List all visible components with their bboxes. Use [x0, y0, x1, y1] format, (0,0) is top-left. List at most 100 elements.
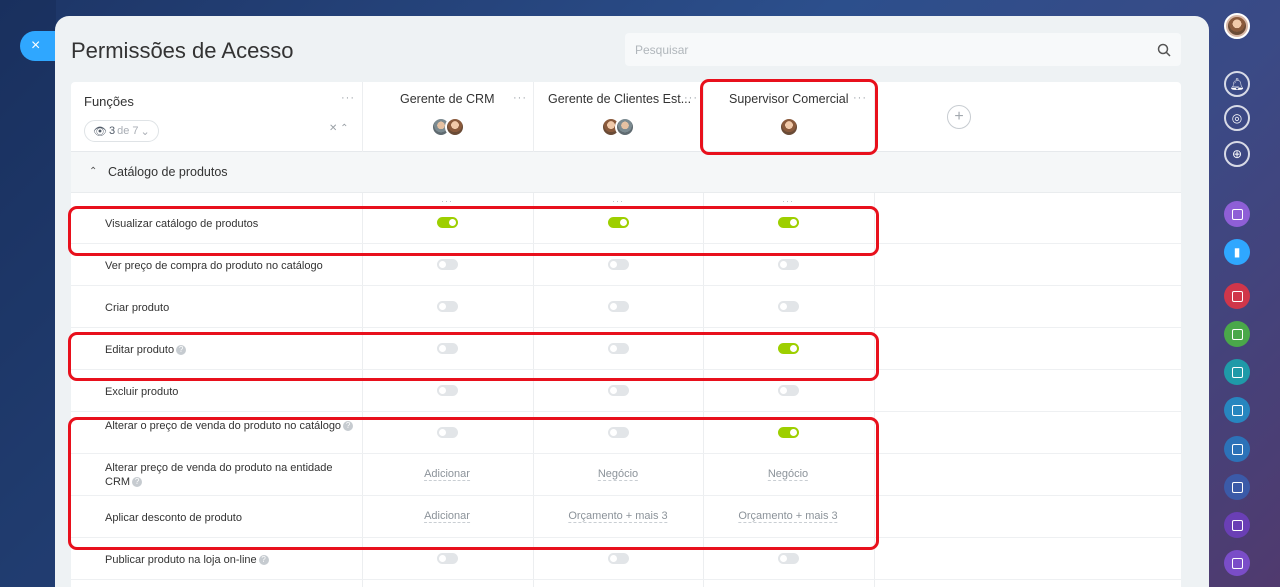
- close-icon: ×: [31, 37, 41, 54]
- permission-label-text: Alterar o preço de venda do produto no c…: [105, 420, 342, 432]
- table-row: Publicar produto na loja on-line?: [71, 538, 1181, 580]
- permission-toggle[interactable]: [437, 217, 458, 228]
- permission-toggle[interactable]: [608, 385, 629, 396]
- task-icon[interactable]: [1224, 359, 1250, 385]
- help-icon[interactable]: ?: [258, 555, 269, 566]
- bell-icon[interactable]: 🔔︎: [1224, 71, 1250, 97]
- permission-toggle[interactable]: [437, 259, 458, 270]
- role-name-supervisor-comercial: Supervisor Comercial: [729, 92, 849, 106]
- task-icon[interactable]: [1224, 474, 1250, 500]
- section-catalogo-produtos[interactable]: ⌃ Catálogo de produtos: [71, 152, 1181, 193]
- bookmark-icon[interactable]: ▮: [1224, 239, 1250, 265]
- permission-label: Criar produto: [105, 301, 355, 315]
- counter-of: de 7: [117, 125, 139, 137]
- permission-label: Excluir produto: [105, 385, 355, 399]
- table-row: Excluir produto: [71, 370, 1181, 412]
- permission-label-text: Aplicar desconto de produto: [105, 512, 242, 524]
- permission-label: Ver preço de compra do produto no catálo…: [105, 259, 355, 273]
- table-row: Ver preço de compra do produto no catálo…: [71, 244, 1181, 286]
- table-row: Alterar preço de venda do produto na ent…: [71, 454, 1181, 496]
- avatar: [445, 117, 465, 137]
- permission-toggle[interactable]: [608, 259, 629, 270]
- task-icon[interactable]: [1224, 283, 1250, 309]
- search-placeholder: Pesquisar: [635, 42, 689, 57]
- access-permissions-panel: Permissões de Acesso Pesquisar Funções ·…: [55, 16, 1209, 587]
- permission-value-link[interactable]: Orçamento + mais 3: [738, 510, 838, 523]
- permission-toggle[interactable]: [437, 553, 458, 564]
- counter-value: 3: [108, 125, 116, 137]
- permission-toggle[interactable]: [608, 217, 629, 228]
- chevron-down-icon: ⌄: [140, 125, 150, 138]
- permission-toggle[interactable]: [778, 259, 799, 270]
- role-menu-button[interactable]: ···: [684, 92, 698, 104]
- permission-toggle[interactable]: [778, 343, 799, 354]
- permission-toggle[interactable]: [437, 301, 458, 312]
- table-row: Visualizar catálogo de produtos: [71, 202, 1181, 244]
- search-icon[interactable]: [1157, 43, 1171, 57]
- role-menu-button[interactable]: ···: [853, 92, 867, 104]
- table-row: Criar produto: [71, 286, 1181, 328]
- notes-icon[interactable]: [1224, 512, 1250, 538]
- chat-icon[interactable]: ⊕: [1224, 141, 1250, 167]
- permission-toggle[interactable]: [778, 217, 799, 228]
- background-app: [0, 0, 56, 587]
- permission-toggle[interactable]: [437, 427, 458, 438]
- help-icon[interactable]: ?: [343, 421, 354, 432]
- role-avatars[interactable]: [779, 117, 799, 139]
- permission-label: Publicar produto na loja on-line?: [105, 553, 355, 567]
- permission-toggle[interactable]: [608, 427, 629, 438]
- notes-icon[interactable]: [1224, 550, 1250, 576]
- permission-value-link[interactable]: Negócio: [597, 468, 639, 481]
- permission-toggle[interactable]: [778, 301, 799, 312]
- table-row: Aplicar desconto de produto Adicionar Orça…: [71, 496, 1181, 538]
- role-menu-button[interactable]: ···: [513, 92, 527, 104]
- avatar: [615, 117, 635, 137]
- permissions-table: Funções ··· 👁 3 de 7 ⌄ ✕ ⌃ Gerente de CR…: [71, 82, 1181, 587]
- task-icon[interactable]: [1224, 397, 1250, 423]
- permission-value-link[interactable]: Adicionar: [424, 510, 470, 523]
- permission-toggle[interactable]: [608, 301, 629, 312]
- notes-icon[interactable]: [1224, 201, 1250, 227]
- permission-value-link[interactable]: Negócio: [767, 468, 809, 481]
- avatar: [1228, 17, 1246, 35]
- roles-column-label: Funções: [84, 94, 134, 109]
- permission-toggle[interactable]: [778, 427, 799, 438]
- task-icon[interactable]: [1224, 321, 1250, 347]
- help-icon[interactable]: ?: [176, 345, 187, 356]
- permission-label-text: Ver preço de compra do produto no catálo…: [105, 260, 323, 272]
- copilot-icon[interactable]: ◎: [1224, 105, 1250, 131]
- table-row: Alterar o preço de venda do produto no c…: [71, 412, 1181, 454]
- close-button[interactable]: ×: [20, 31, 58, 61]
- permission-toggle[interactable]: [437, 343, 458, 354]
- section-label: Catálogo de produtos: [108, 165, 228, 179]
- table-header: Funções ··· 👁 3 de 7 ⌄ ✕ ⌃ Gerente de CR…: [71, 82, 1181, 152]
- permission-label: Alterar o preço de venda do produto no c…: [105, 419, 355, 433]
- role-name-gerente-clientes: Gerente de Clientes Est...: [548, 92, 692, 106]
- task-icon[interactable]: [1224, 436, 1250, 462]
- roles-counter-dropdown[interactable]: 👁 3 de 7 ⌄: [84, 120, 159, 142]
- search-input[interactable]: Pesquisar: [625, 33, 1181, 66]
- permission-toggle[interactable]: [778, 553, 799, 564]
- permission-toggle[interactable]: [437, 385, 458, 396]
- permission-label: Aplicar desconto de produto: [105, 511, 355, 525]
- permission-label: Editar produto?: [105, 343, 355, 357]
- collapse-expand-icon[interactable]: ✕ ⌃: [329, 123, 349, 134]
- permission-toggle[interactable]: [778, 385, 799, 396]
- help-icon[interactable]: ?: [132, 477, 143, 488]
- role-avatars[interactable]: [431, 117, 465, 139]
- chevron-up-icon[interactable]: ⌃: [89, 166, 97, 177]
- permission-label: Visualizar catálogo de produtos: [105, 217, 355, 231]
- permission-value-link[interactable]: Adicionar: [424, 468, 470, 481]
- role-avatars[interactable]: [601, 117, 635, 139]
- permission-toggle[interactable]: [608, 553, 629, 564]
- roles-menu-button[interactable]: ···: [341, 92, 355, 104]
- permission-label-text: Visualizar catálogo de produtos: [105, 218, 259, 230]
- add-role-button[interactable]: +: [947, 105, 971, 129]
- permission-label-text: Publicar produto na loja on-line: [105, 554, 257, 566]
- avatar: [779, 117, 799, 137]
- permission-value-link[interactable]: Orçamento + mais 3: [568, 510, 668, 523]
- page-title: Permissões de Acesso: [71, 38, 294, 63]
- right-sidebar: 🔔︎ ◎ ⊕ ▮: [1217, 0, 1280, 587]
- user-avatar[interactable]: [1224, 13, 1250, 39]
- permission-toggle[interactable]: [608, 343, 629, 354]
